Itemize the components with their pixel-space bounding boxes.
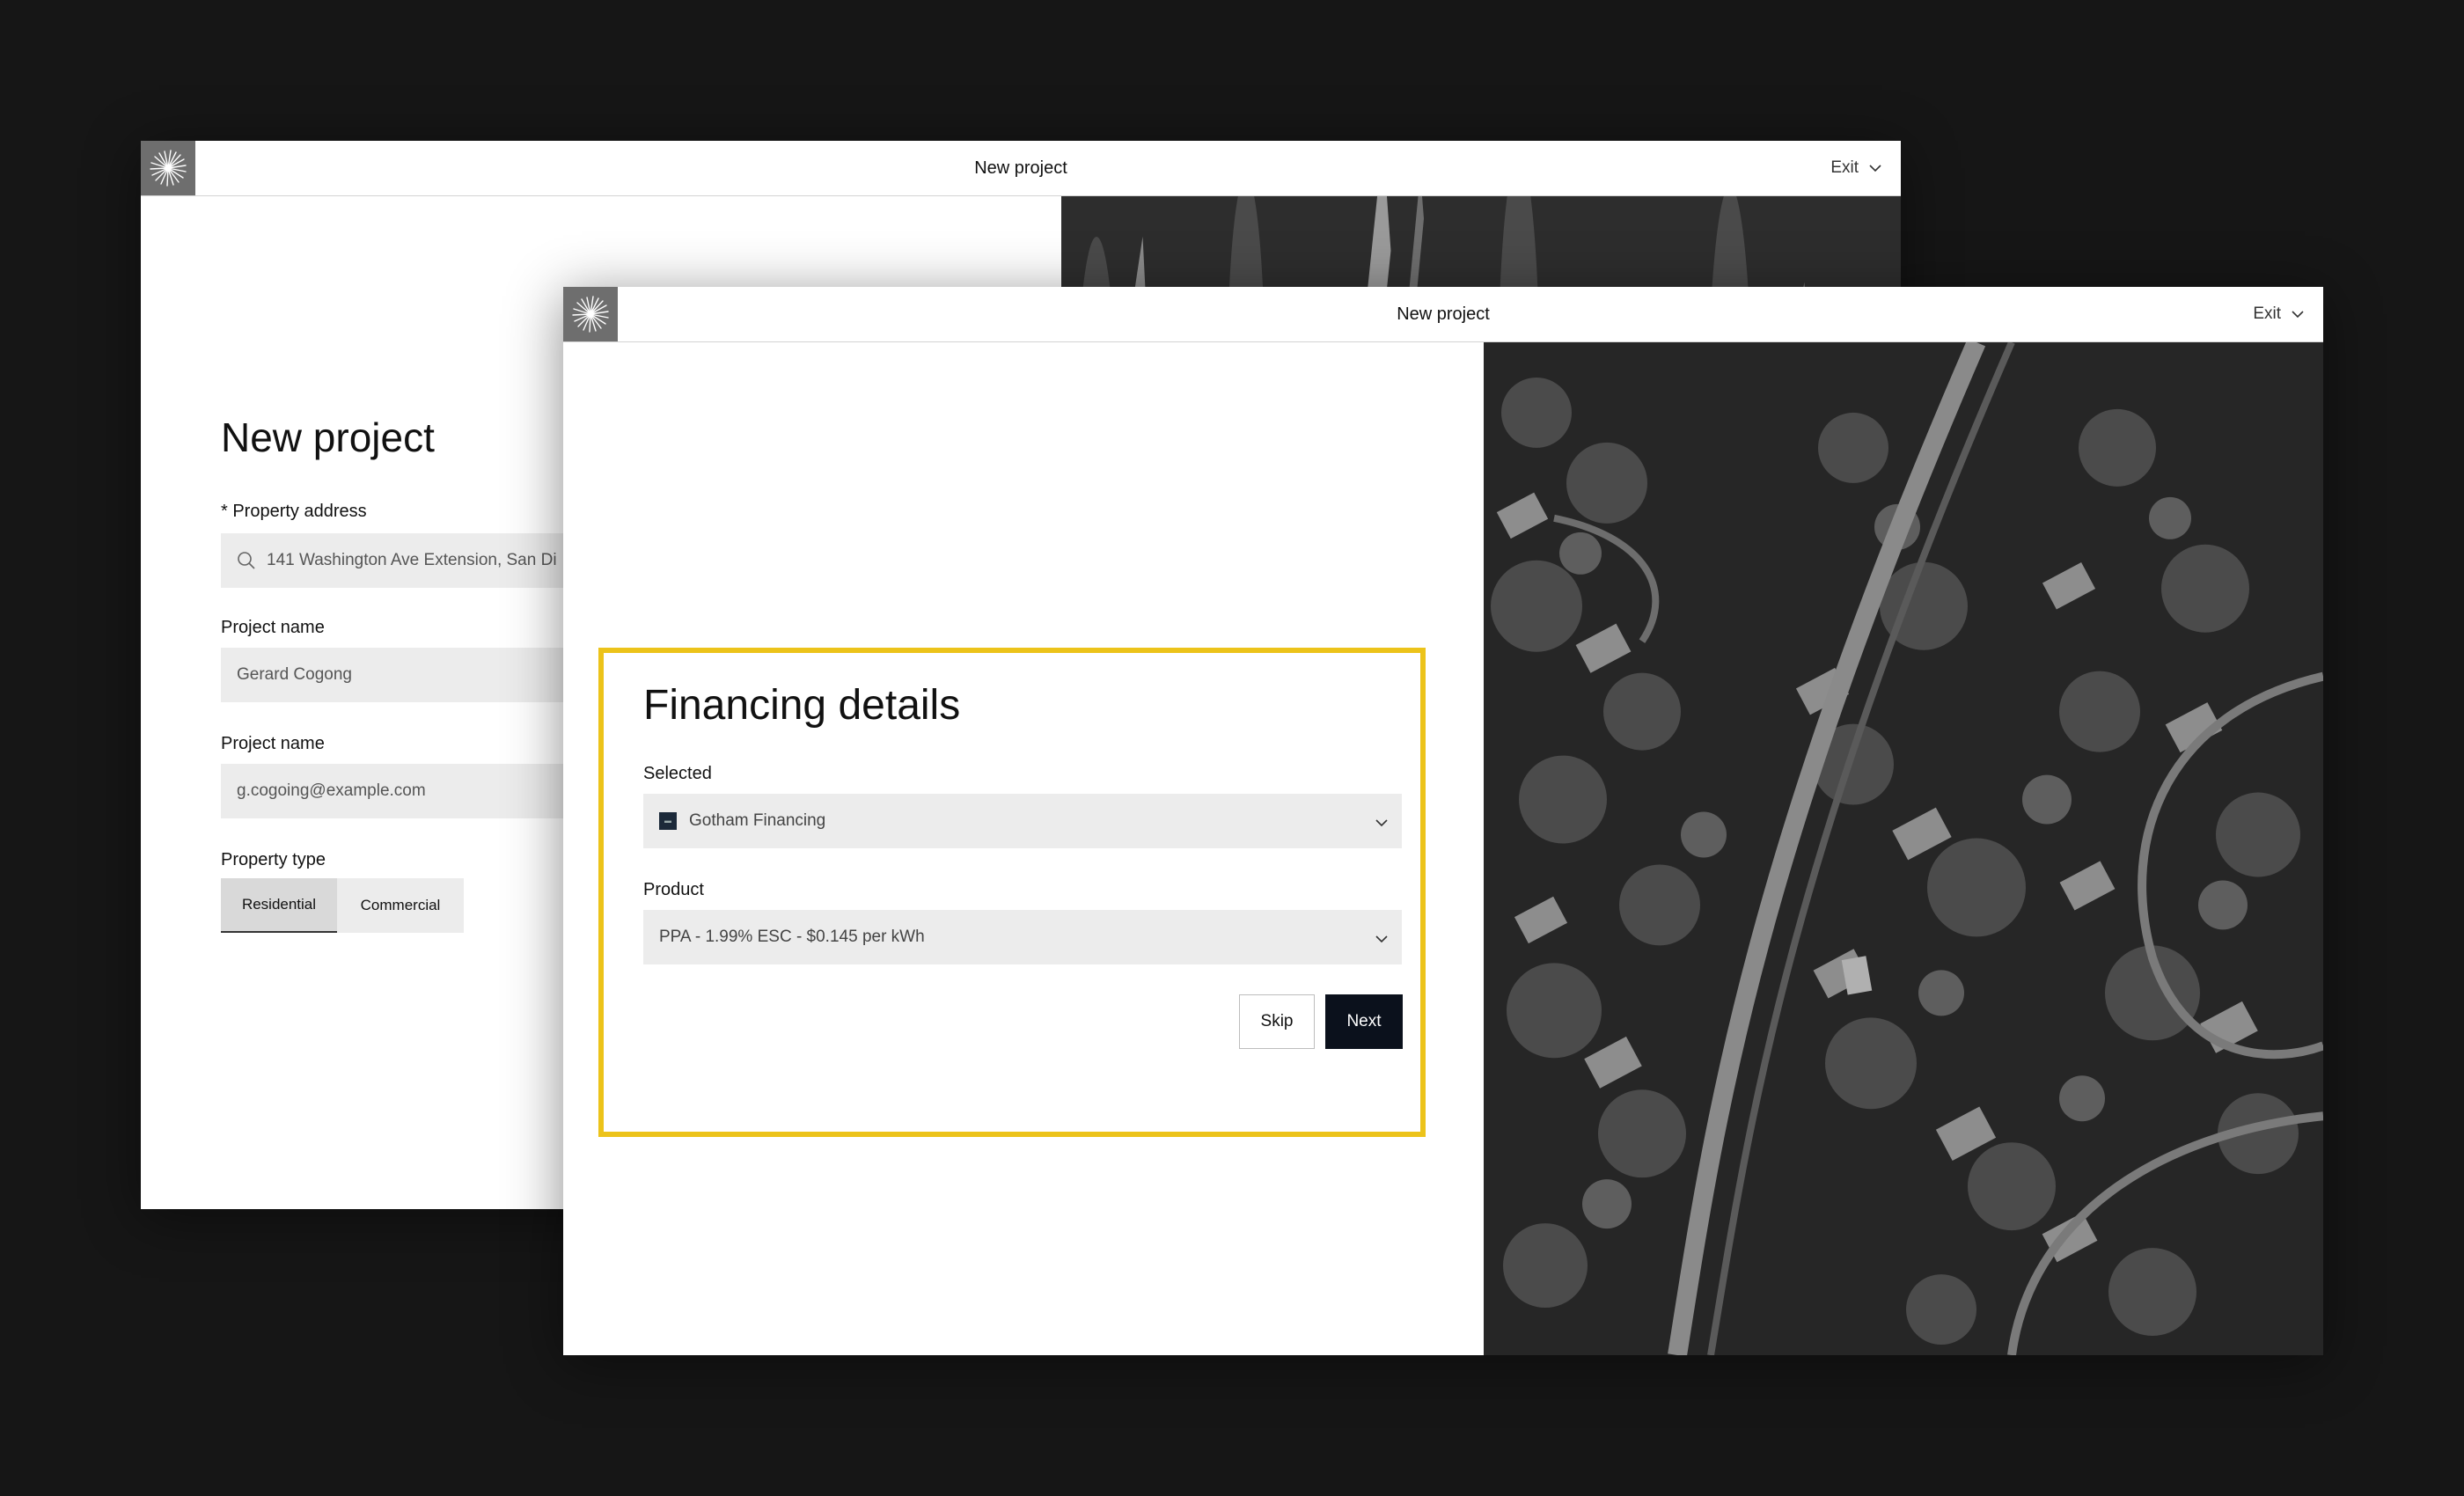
search-icon (237, 551, 256, 570)
financier-logo-icon: ▬ (659, 812, 677, 830)
chevron-down-icon (1375, 813, 1388, 832)
window-title: New project (1397, 304, 1490, 324)
property-type-label: Property type (221, 850, 326, 869)
exit-label: Exit (2253, 304, 2281, 323)
exit-menu[interactable]: Exit (1830, 141, 1881, 195)
page-title: Financing details (643, 682, 961, 729)
page-title: New project (221, 414, 435, 460)
sunburst-logo-icon[interactable] (563, 287, 618, 341)
product-select[interactable]: PPA - 1.99% ESC - $0.145 per kWh (643, 910, 1402, 964)
front-window: New project Exit Financing details Selec… (563, 287, 2323, 1355)
financier-select[interactable]: ▬ Gotham Financing (643, 794, 1402, 848)
project-name-value: Gerard Cogong (237, 665, 352, 684)
chevron-down-icon (1869, 158, 1881, 178)
exit-menu[interactable]: Exit (2253, 287, 2304, 341)
email-label: Project name (221, 734, 325, 753)
next-button[interactable]: Next (1325, 994, 1403, 1049)
selected-label: Selected (643, 764, 712, 783)
chevron-down-icon (2292, 304, 2304, 324)
aerial-map-image (1484, 342, 2323, 1355)
top-bar: New project Exit (141, 141, 1901, 196)
property-address-label: * Property address (221, 502, 367, 521)
financier-select-value: Gotham Financing (689, 811, 826, 830)
window-title: New project (974, 158, 1067, 178)
product-label: Product (643, 880, 704, 899)
product-select-value: PPA - 1.99% ESC - $0.145 per kWh (659, 928, 925, 946)
property-type-commercial[interactable]: Commercial (337, 878, 464, 933)
exit-label: Exit (1830, 158, 1859, 177)
top-bar: New project Exit (563, 287, 2323, 342)
skip-button[interactable]: Skip (1239, 994, 1315, 1049)
property-type-residential[interactable]: Residential (221, 878, 337, 933)
chevron-down-icon (1375, 929, 1388, 949)
email-value: g.cogoing@example.com (237, 781, 426, 800)
project-name-label: Project name (221, 618, 325, 637)
property-address-value: 141 Washington Ave Extension, San Di (267, 551, 557, 569)
sunburst-logo-icon[interactable] (141, 141, 195, 195)
